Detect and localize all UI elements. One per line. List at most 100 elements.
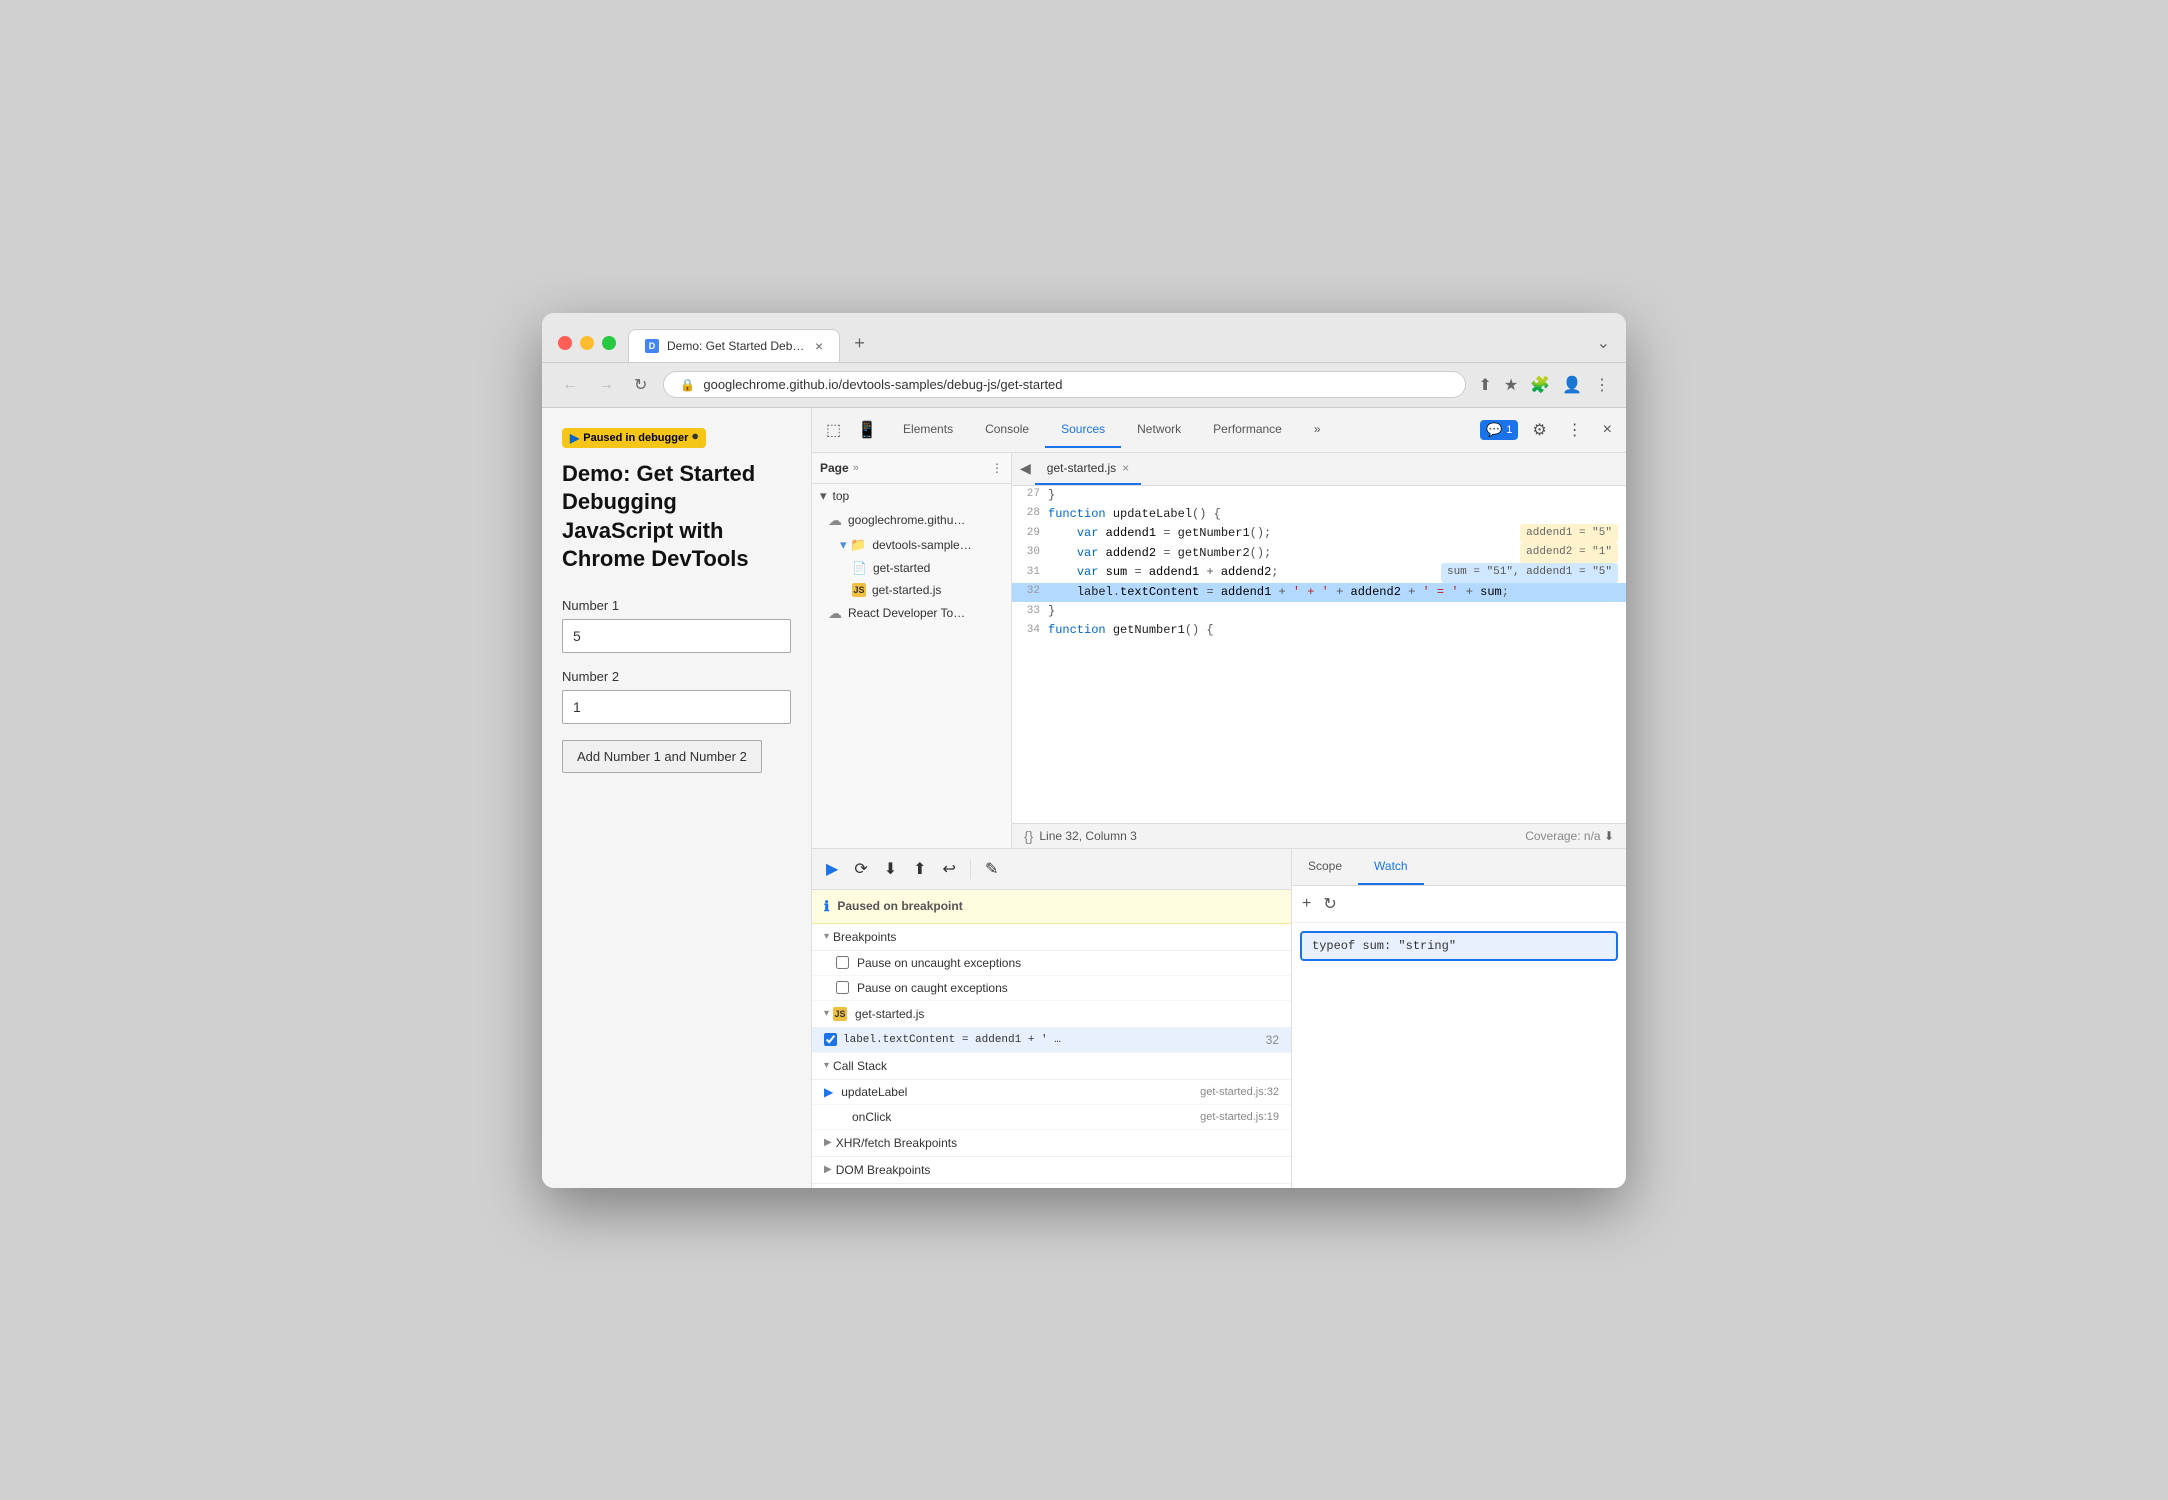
- forward-button[interactable]: →: [594, 372, 618, 398]
- tab-close-button[interactable]: ×: [815, 338, 823, 354]
- maximize-window-button[interactable]: [602, 336, 616, 350]
- profile-icon[interactable]: 👤: [1562, 375, 1582, 395]
- code-line-27: 27 }: [1012, 486, 1626, 505]
- step-over-button[interactable]: ⟳: [848, 855, 873, 883]
- reload-button[interactable]: ↻: [630, 371, 651, 399]
- back-button[interactable]: ←: [558, 372, 582, 398]
- code-panel: ◀ get-started.js × 27 }: [1012, 453, 1626, 848]
- webpage-panel: ▶ Paused in debugger ⏺ Demo: Get Started…: [542, 408, 812, 1188]
- tab-console[interactable]: Console: [969, 412, 1045, 448]
- deactivate-breakpoints-button[interactable]: ✎: [979, 855, 1004, 883]
- devtools-more-button[interactable]: ⋮: [1561, 416, 1589, 444]
- breakpoints-section-header[interactable]: ▾ Breakpoints: [812, 924, 1291, 951]
- tab-more[interactable]: »: [1298, 412, 1337, 448]
- device-toolbar-button[interactable]: 📱: [851, 416, 883, 444]
- breakpoint-code: label.textContent = addend1 + ' …: [843, 1034, 1260, 1046]
- pause-uncaught-item: Pause on uncaught exceptions: [812, 951, 1291, 976]
- step-out-button[interactable]: ⬆: [907, 855, 932, 883]
- annotation-29: addend1 = "5": [1520, 524, 1618, 544]
- new-tab-button[interactable]: +: [844, 325, 875, 362]
- tab-elements[interactable]: Elements: [887, 412, 969, 448]
- annotation-30: addend2 = "1": [1520, 543, 1618, 563]
- file-tree-top[interactable]: ▾ top: [812, 484, 1011, 508]
- file-tree-googlechrome[interactable]: ☁ googlechrome.githu…: [812, 508, 1011, 533]
- breakpoint-item: label.textContent = addend1 + ' … 32: [812, 1028, 1291, 1053]
- settings-button[interactable]: ⚙: [1526, 416, 1552, 444]
- close-devtools-button[interactable]: ×: [1597, 417, 1618, 443]
- code-tab-back-icon[interactable]: ◀: [1020, 460, 1031, 477]
- call-stack-update-label: ▶ updateLabel get-started.js:32: [812, 1080, 1291, 1105]
- dom-section-header[interactable]: ▶ DOM Breakpoints: [812, 1157, 1291, 1184]
- lock-icon: 🔒: [680, 378, 695, 392]
- file-tree-react-devtools[interactable]: ☁ React Developer To…: [812, 601, 1011, 626]
- dom-label: DOM Breakpoints: [836, 1163, 931, 1177]
- file-tree-get-started-js-label: get-started.js: [872, 583, 941, 597]
- call-stack-section-header[interactable]: ▾ Call Stack: [812, 1053, 1291, 1080]
- add-numbers-button[interactable]: Add Number 1 and Number 2: [562, 740, 762, 773]
- minimize-window-button[interactable]: [580, 336, 594, 350]
- cloud-icon: ☁: [828, 512, 842, 529]
- share-icon[interactable]: ⬆: [1478, 375, 1491, 395]
- line-number-28: 28: [1020, 505, 1048, 523]
- resume-button[interactable]: ▶: [820, 855, 844, 883]
- debugger-sidebar: ▶ ⟳ ⬇ ⬆ ↩ ✎ ℹ Paused on breakpoint: [812, 849, 1292, 1188]
- file-icon: 📄: [852, 561, 867, 575]
- line-content-27: }: [1048, 486, 1618, 505]
- browser-tab-active[interactable]: D Demo: Get Started Debugging ×: [628, 329, 840, 362]
- devtools-toolbar-right: 💬 1 ⚙ ⋮ ×: [1480, 416, 1618, 444]
- file-tree-menu[interactable]: ⋮: [991, 461, 1003, 475]
- pause-caught-checkbox[interactable]: [836, 981, 849, 994]
- file-tree-devtools-sample[interactable]: ▾ 📁 devtools-sample…: [812, 533, 1011, 557]
- code-line-33: 33 }: [1012, 602, 1626, 621]
- breakpoint-line: 32: [1266, 1033, 1279, 1047]
- code-tab-close[interactable]: ×: [1122, 461, 1129, 475]
- tab-watch[interactable]: Watch: [1358, 849, 1424, 885]
- extensions-icon[interactable]: 🧩: [1530, 375, 1550, 395]
- breakpoint-file-header[interactable]: ▾ JS get-started.js: [812, 1001, 1291, 1028]
- inspect-element-button[interactable]: ⬚: [820, 416, 847, 444]
- file-tree-get-started[interactable]: 📄 get-started: [812, 557, 1011, 579]
- folder-icon: ▾: [820, 488, 827, 504]
- tab-performance[interactable]: Performance: [1197, 412, 1298, 448]
- debugger-controls-bar: ▶ ⟳ ⬇ ⬆ ↩ ✎: [812, 849, 1291, 890]
- address-field[interactable]: 🔒 googlechrome.github.io/devtools-sample…: [663, 371, 1466, 398]
- code-tab-get-started-js[interactable]: get-started.js ×: [1035, 453, 1141, 485]
- file-tree-header: Page » ⋮: [812, 453, 1011, 484]
- step-into-button[interactable]: ⬇: [878, 855, 903, 883]
- coverage-dropdown[interactable]: ⬇: [1604, 829, 1614, 843]
- tab-sources[interactable]: Sources: [1045, 412, 1121, 448]
- coverage-label: Coverage: n/a: [1525, 829, 1600, 843]
- devtools-panel: ⬚ 📱 Elements Console Sources Network: [812, 408, 1626, 1188]
- page-more-icon[interactable]: »: [853, 462, 859, 474]
- watch-expression[interactable]: typeof sum: "string": [1300, 931, 1618, 961]
- close-window-button[interactable]: [558, 336, 572, 350]
- tab-scope[interactable]: Scope: [1292, 849, 1358, 885]
- tab-network[interactable]: Network: [1121, 412, 1197, 448]
- refresh-watch-button[interactable]: ↻: [1321, 892, 1338, 916]
- call-stack-fn-1: onClick: [852, 1110, 1192, 1124]
- traffic-lights: [558, 336, 616, 350]
- code-line-29: 29 var addend1 = getNumber1(); addend1 =…: [1012, 524, 1626, 544]
- code-line-28: 28 function updateLabel() {: [1012, 505, 1626, 524]
- browser-content: ▶ Paused in debugger ⏺ Demo: Get Started…: [542, 408, 1626, 1188]
- code-line-31: 31 var sum = addend1 + addend2; sum = "5…: [1012, 563, 1626, 583]
- file-tree-get-started-js[interactable]: JS get-started.js: [812, 579, 1011, 601]
- info-icon: ℹ: [824, 898, 829, 915]
- code-line-30: 30 var addend2 = getNumber2(); addend2 =…: [1012, 543, 1626, 563]
- browser-menu-button[interactable]: ⋮: [1594, 375, 1610, 395]
- notification-count: 1: [1506, 424, 1512, 436]
- number2-input[interactable]: [562, 690, 791, 724]
- step-button[interactable]: ↩: [937, 855, 962, 883]
- number1-input[interactable]: [562, 619, 791, 653]
- xhr-section-header[interactable]: ▶ XHR/fetch Breakpoints: [812, 1130, 1291, 1157]
- overflow-menu-button[interactable]: ⌄: [1597, 333, 1610, 353]
- line-content-29: var addend1 = getNumber1();: [1048, 524, 1512, 543]
- add-watch-button[interactable]: +: [1300, 893, 1313, 915]
- pause-uncaught-checkbox[interactable]: [836, 956, 849, 969]
- paused-message-text: Paused on breakpoint: [837, 899, 962, 913]
- code-area[interactable]: 27 } 28 function updateLabel() { 29 var …: [1012, 486, 1626, 823]
- bookmark-icon[interactable]: ★: [1504, 375, 1518, 395]
- line-content-32: label.textContent = addend1 + ' + ' + ad…: [1048, 583, 1618, 602]
- breakpoint-checkbox[interactable]: [824, 1033, 837, 1046]
- call-stack-file-0: get-started.js:32: [1200, 1086, 1279, 1098]
